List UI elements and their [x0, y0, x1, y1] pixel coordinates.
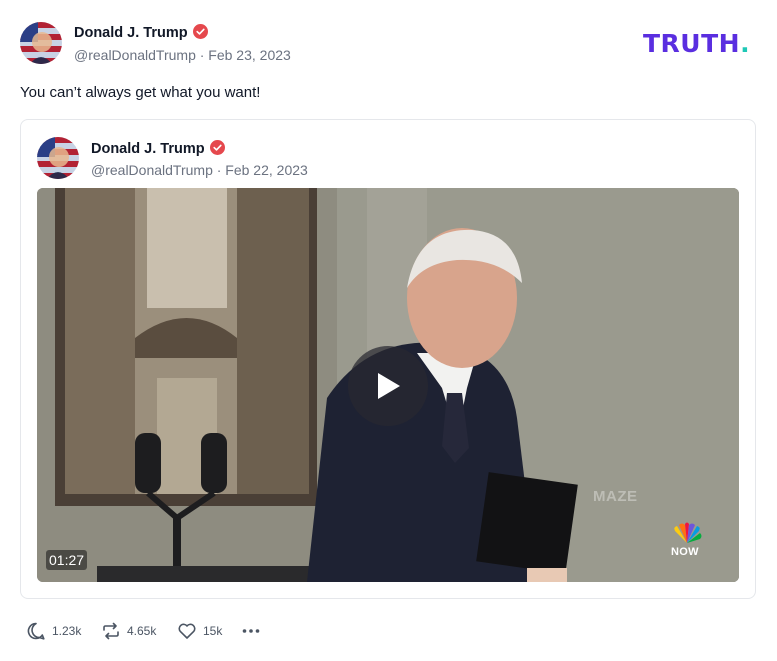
author-avatar[interactable]	[20, 22, 62, 64]
quoted-author-name-text[interactable]: Donald J. Trump	[91, 141, 205, 157]
video-duration: 01:27	[46, 550, 88, 570]
like-count: 15k	[203, 624, 223, 638]
truth-logo[interactable]: TRUTH.	[643, 29, 750, 58]
retruth-count: 4.65k	[127, 624, 157, 638]
truth-post: Donald J. Trump @realDonaldTrump · Feb 2…	[0, 0, 777, 661]
post-text: You can’t always get what you want!	[20, 84, 261, 101]
verified-badge-icon	[209, 140, 225, 155]
reply-count: 1.23k	[52, 624, 82, 638]
truth-logo-dot: .	[740, 29, 751, 58]
retruth-button[interactable]: 4.65k	[101, 620, 156, 642]
quoted-author-avatar[interactable]	[37, 137, 79, 179]
post-meta: @realDonaldTrump · Feb 23, 2023	[74, 47, 291, 63]
quoted-author-name[interactable]: Donald J. Trump	[91, 140, 225, 157]
more-dots-icon	[242, 629, 260, 633]
more-options-button[interactable]	[241, 620, 261, 642]
play-button[interactable]	[348, 346, 428, 426]
retruth-icon	[103, 622, 119, 640]
reply-button[interactable]: 1.23k	[26, 620, 81, 642]
like-button[interactable]: 15k	[177, 620, 222, 642]
author-name[interactable]: Donald J. Trump	[74, 24, 208, 41]
author-name-text[interactable]: Donald J. Trump	[74, 25, 188, 41]
heart-icon	[178, 623, 196, 639]
video-player[interactable]: MAZE NOW 01:27	[37, 188, 739, 582]
verified-badge-icon	[192, 24, 208, 39]
play-icon	[378, 373, 400, 399]
reply-icon	[27, 622, 45, 640]
quoted-post-meta: @realDonaldTrump · Feb 22, 2023	[91, 162, 308, 178]
network-badge: NOW	[671, 546, 699, 558]
video-watermark: MAZE	[593, 488, 638, 505]
truth-logo-text: TRUTH	[643, 29, 741, 58]
